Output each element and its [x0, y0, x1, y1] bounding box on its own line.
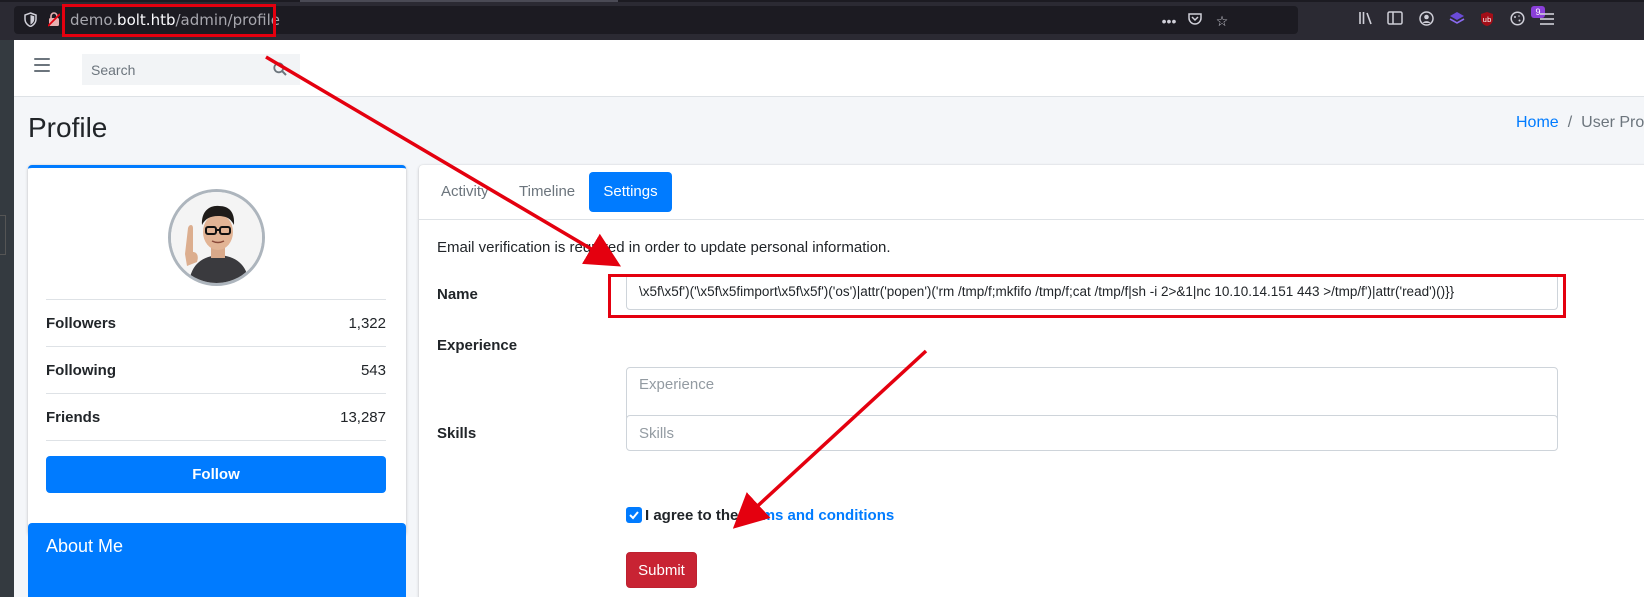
cookie-icon[interactable] [1508, 11, 1526, 29]
tab-timeline[interactable]: Timeline [505, 172, 589, 212]
svg-text:ub: ub [1483, 16, 1492, 24]
terms-checkbox[interactable] [626, 507, 642, 523]
stat-value: 13,287 [340, 409, 386, 426]
search-icon [273, 62, 287, 76]
account-icon[interactable] [1417, 11, 1435, 29]
user-avatar [168, 189, 265, 286]
ublock-icon[interactable]: ub [1478, 11, 1496, 29]
verification-notice: Email verification is required in order … [437, 239, 891, 256]
stat-label: Following [46, 362, 116, 379]
settings-card: Activity Timeline Settings Email verific… [419, 165, 1644, 597]
checkmark-icon [629, 511, 639, 520]
terms-label: I agree to the terms and conditions [645, 507, 894, 524]
name-label: Name [437, 286, 478, 303]
stat-row-friends: Friends 13,287 [46, 393, 386, 440]
stat-label: Followers [46, 315, 117, 332]
breadcrumb-current: User Profil [1581, 114, 1644, 131]
shield-icon[interactable] [24, 12, 38, 28]
page-title: Profile [28, 112, 108, 143]
breadcrumb: Home / User Profil [1516, 114, 1644, 132]
insecure-lock-icon[interactable] [47, 12, 62, 28]
url-annotation-box [62, 4, 276, 37]
top-navbar [14, 40, 1644, 97]
tab-activity[interactable]: Activity [427, 172, 503, 212]
terms-prefix: I agree to the [645, 507, 743, 524]
admin-page: Profile Home / User Profil Followers 1,322 [14, 40, 1644, 597]
active-tab-edge [300, 0, 618, 2]
breadcrumb-home-link[interactable]: Home [1516, 114, 1559, 131]
stat-row-followers: Followers 1,322 [46, 299, 386, 346]
experience-label: Experience [437, 337, 518, 354]
browser-toolbar: demo.bolt.htb/admin/profile ••• ☆ 9 ub [0, 0, 1644, 40]
profile-tabs: Activity Timeline Settings [419, 165, 1644, 220]
submit-button[interactable]: Submit [626, 552, 697, 588]
extension-icon[interactable] [1448, 11, 1466, 29]
skills-input[interactable] [626, 415, 1558, 451]
stat-value: 1,322 [348, 315, 386, 332]
stat-divider [46, 440, 386, 441]
stat-value: 543 [360, 362, 386, 379]
pocket-icon[interactable] [1186, 12, 1204, 30]
search-input[interactable] [82, 54, 260, 85]
tab-strip-edge [0, 0, 1644, 2]
follow-button[interactable]: Follow [46, 456, 386, 493]
about-me-card: About Me [28, 523, 406, 597]
page-actions-icon[interactable]: ••• [1160, 12, 1178, 30]
menu-icon[interactable] [1538, 11, 1556, 29]
sidebar-icon[interactable] [1386, 11, 1404, 29]
library-icon[interactable] [1357, 11, 1375, 29]
about-me-title: About Me [46, 536, 124, 556]
sidebar-edge [0, 40, 14, 597]
breadcrumb-separator: / [1567, 114, 1573, 131]
stat-label: Friends [46, 409, 101, 426]
tab-settings[interactable]: Settings [589, 172, 672, 212]
sidebar-edge-tick [0, 215, 6, 255]
stat-row-following: Following 543 [46, 346, 386, 393]
skills-label: Skills [437, 425, 477, 442]
hamburger-icon[interactable] [34, 58, 50, 74]
search-button[interactable] [260, 54, 300, 85]
name-annotation-box [608, 274, 1566, 318]
terms-link[interactable]: terms and conditions [743, 507, 895, 524]
profile-card: Followers 1,322 Following 543 Friends 13… [28, 165, 406, 535]
bookmark-star-icon[interactable]: ☆ [1213, 12, 1231, 30]
